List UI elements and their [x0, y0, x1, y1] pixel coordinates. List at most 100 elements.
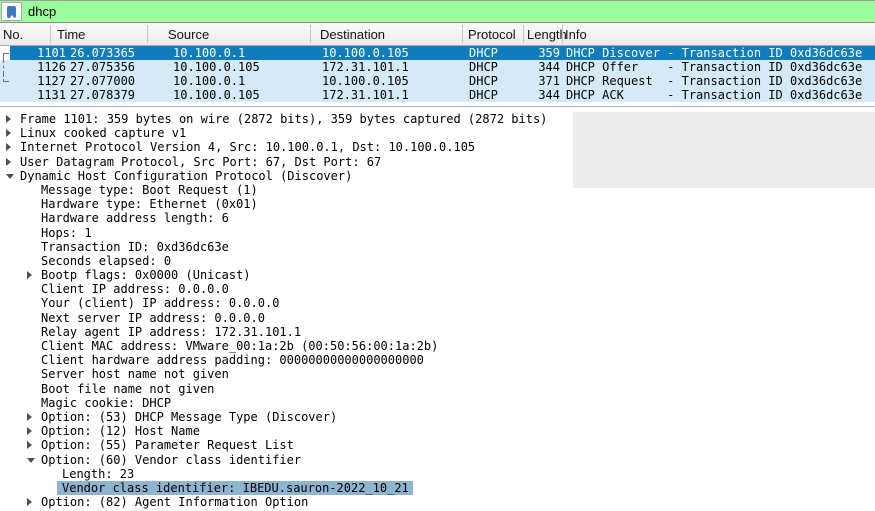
- collapsed-arrow-icon[interactable]: [6, 158, 11, 166]
- collapsed-arrow-icon[interactable]: [27, 413, 32, 421]
- collapsed-arrow-icon[interactable]: [6, 115, 11, 123]
- column-header-length[interactable]: Length: [527, 27, 567, 42]
- conversation-bracket-icon: [3, 74, 9, 82]
- detail-text: Client hardware address padding: 0000000…: [41, 353, 424, 367]
- display-filter-bar[interactable]: dhcp: [0, 0, 875, 23]
- detail-tree-row[interactable]: Client hardware address padding: 0000000…: [0, 353, 875, 367]
- packet-row[interactable]: 112627.07535610.100.0.105172.31.101.1DHC…: [0, 60, 875, 74]
- collapsed-arrow-icon[interactable]: [6, 129, 11, 137]
- detail-tree-row[interactable]: Relay agent IP address: 172.31.101.1: [0, 325, 875, 339]
- packet-time: 26.073365: [70, 46, 135, 60]
- detail-text: Hops: 1: [41, 226, 92, 240]
- column-header-protocol[interactable]: Protocol: [468, 27, 516, 42]
- packet-no: 1131: [18, 88, 66, 102]
- detail-text: Linux cooked capture v1: [20, 126, 186, 140]
- packet-protocol: DHCP: [469, 88, 498, 102]
- column-separator[interactable]: [462, 25, 463, 43]
- detail-tree-row[interactable]: Hardware type: Ethernet (0x01): [0, 197, 875, 211]
- detail-tree-row[interactable]: Your (client) IP address: 0.0.0.0: [0, 296, 875, 310]
- packet-source: 10.100.0.1: [173, 74, 245, 88]
- packet-destination: 10.100.0.105: [322, 46, 409, 60]
- detail-tree-row[interactable]: Next server IP address: 0.0.0.0: [0, 311, 875, 325]
- packet-source: 10.100.0.105: [173, 60, 260, 74]
- collapsed-arrow-icon[interactable]: [27, 271, 32, 279]
- detail-tree-row[interactable]: Option: (53) DHCP Message Type (Discover…: [0, 410, 875, 424]
- detail-tree-row[interactable]: Bootp flags: 0x0000 (Unicast): [0, 268, 875, 282]
- detail-text: Option: (12) Host Name: [41, 424, 200, 438]
- detail-tree-row[interactable]: Vendor class identifier: IBEDU.sauron-20…: [0, 481, 875, 495]
- detail-tree-row[interactable]: Seconds elapsed: 0: [0, 254, 875, 268]
- collapsed-arrow-icon[interactable]: [6, 143, 11, 151]
- column-separator[interactable]: [562, 25, 563, 43]
- collapsed-arrow-icon[interactable]: [27, 427, 32, 435]
- detail-text: Frame 1101: 359 bytes on wire (2872 bits…: [20, 112, 547, 126]
- detail-text: Length: 23: [62, 467, 134, 481]
- detail-text: Server host name not given: [41, 367, 229, 381]
- column-separator[interactable]: [50, 25, 51, 43]
- unrendered-gray-region: [573, 112, 875, 188]
- expanded-arrow-icon[interactable]: [27, 458, 35, 463]
- column-header-info[interactable]: Info: [565, 27, 587, 42]
- detail-tree-row[interactable]: Option: (55) Parameter Request List: [0, 438, 875, 452]
- detail-text: Client MAC address: VMware_00:1a:2b (00:…: [41, 339, 438, 353]
- detail-text: Option: (82) Agent Information Option: [41, 495, 308, 509]
- detail-text: Seconds elapsed: 0: [41, 254, 171, 268]
- packet-rows: 110126.07336510.100.0.110.100.0.105DHCP3…: [0, 46, 875, 102]
- detail-tree-row[interactable]: Option: (12) Host Name: [0, 424, 875, 438]
- detail-tree-row[interactable]: Length: 23: [0, 467, 875, 481]
- packet-protocol: DHCP: [469, 60, 498, 74]
- packet-source: 10.100.0.1: [173, 46, 245, 60]
- packet-row[interactable]: 113127.07837910.100.0.105172.31.101.1DHC…: [0, 88, 875, 102]
- detail-tree-row[interactable]: Boot file name not given: [0, 382, 875, 396]
- detail-tree-row[interactable]: Option: (82) Agent Information Option: [0, 495, 875, 509]
- column-header-source[interactable]: Source: [168, 27, 209, 42]
- packet-info: DHCP Discover - Transaction ID 0xd36dc63…: [566, 46, 862, 60]
- column-separator[interactable]: [523, 25, 524, 43]
- column-separator[interactable]: [147, 25, 148, 43]
- display-filter-input[interactable]: dhcp: [28, 4, 56, 19]
- detail-text: Your (client) IP address: 0.0.0.0: [41, 296, 279, 310]
- detail-tree-row[interactable]: Magic cookie: DHCP: [0, 396, 875, 410]
- detail-text: Hardware address length: 6: [41, 211, 229, 225]
- detail-text: Internet Protocol Version 4, Src: 10.100…: [20, 140, 475, 154]
- detail-tree-row[interactable]: Option: (60) Vendor class identifier: [0, 453, 875, 467]
- packet-length: 344: [518, 60, 560, 74]
- detail-tree-row[interactable]: Server host name not given: [0, 367, 875, 381]
- detail-text: Next server IP address: 0.0.0.0: [41, 311, 265, 325]
- packet-length: 344: [518, 88, 560, 102]
- detail-tree-row[interactable]: Client IP address: 0.0.0.0: [0, 282, 875, 296]
- packet-protocol: DHCP: [469, 74, 498, 88]
- detail-text: User Datagram Protocol, Src Port: 67, Ds…: [20, 155, 381, 169]
- detail-text: Option: (60) Vendor class identifier: [41, 453, 301, 467]
- packet-row[interactable]: 112727.07700010.100.0.110.100.0.105DHCP3…: [0, 74, 875, 88]
- conversation-bracket-icon: [3, 60, 9, 74]
- packet-no: 1101: [18, 46, 66, 60]
- detail-tree-row[interactable]: Transaction ID: 0xd36dc63e: [0, 240, 875, 254]
- collapsed-arrow-icon[interactable]: [27, 441, 32, 449]
- detail-text: Message type: Boot Request (1): [41, 183, 258, 197]
- filter-bookmark-button[interactable]: [1, 2, 22, 21]
- packet-no: 1127: [18, 74, 66, 88]
- collapsed-arrow-icon[interactable]: [27, 498, 32, 506]
- packet-info: DHCP ACK - Transaction ID 0xd36dc63e: [566, 88, 862, 102]
- packet-destination: 10.100.0.105: [322, 74, 409, 88]
- column-header-no[interactable]: No.: [3, 27, 23, 42]
- column-header-destination[interactable]: Destination: [320, 27, 385, 42]
- column-header-time[interactable]: Time: [57, 27, 85, 42]
- packet-list-header: No. Time Source Destination Protocol Len…: [0, 23, 875, 46]
- detail-text: Relay agent IP address: 172.31.101.1: [41, 325, 301, 339]
- packet-time: 27.078379: [70, 88, 135, 102]
- packet-info: DHCP Request - Transaction ID 0xd36dc63e: [566, 74, 862, 88]
- detail-tree-row[interactable]: Hardware address length: 6: [0, 211, 875, 225]
- packet-row[interactable]: 1101 26.073365 10.100.0.1 10.100.0.105 DHCP 3…: [0, 46, 875, 60]
- packet-protocol: DHCP: [469, 46, 498, 60]
- detail-tree-row[interactable]: Client MAC address: VMware_00:1a:2b (00:…: [0, 339, 875, 353]
- detail-tree-row[interactable]: Hops: 1: [0, 226, 875, 240]
- packet-source: 10.100.0.105: [173, 88, 260, 102]
- packet-length: 359: [518, 46, 560, 60]
- selected-field-text: Vendor class identifier: IBEDU.sauron-20…: [57, 481, 413, 495]
- detail-text: Client IP address: 0.0.0.0: [41, 282, 229, 296]
- column-separator[interactable]: [310, 25, 311, 43]
- packet-info: DHCP Offer - Transaction ID 0xd36dc63e: [566, 60, 862, 74]
- expanded-arrow-icon[interactable]: [6, 174, 14, 179]
